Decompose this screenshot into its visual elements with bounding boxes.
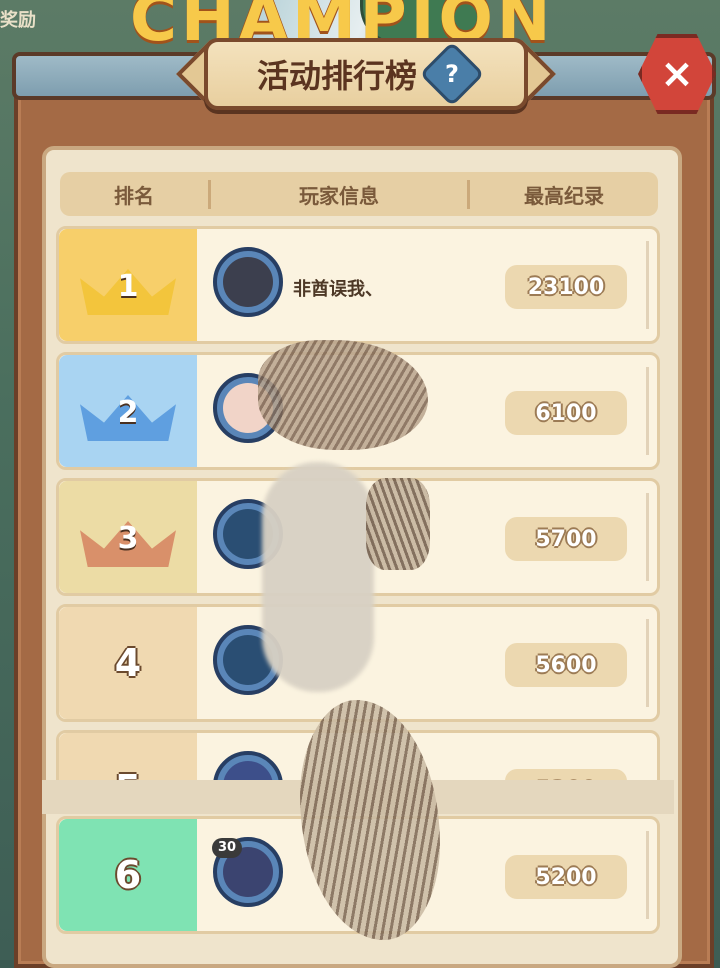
leaderboard-row-1[interactable]: 1 非酋误我、 23100: [56, 226, 660, 344]
header-record: 最高纪录: [524, 183, 604, 208]
rank-number: 3: [117, 521, 139, 556]
privacy-smudge: [366, 478, 430, 570]
close-icon: ×: [660, 51, 694, 97]
gold-crown-icon: 1: [80, 255, 176, 315]
score-value: 23100: [505, 265, 627, 309]
rank-number: 4: [114, 641, 142, 685]
silver-crown-icon: 2: [80, 381, 176, 441]
rank-number: 1: [117, 269, 139, 304]
header-player: 玩家信息: [208, 179, 470, 209]
title-plaque: 活动排行榜 ?: [204, 38, 528, 110]
privacy-blur: [262, 462, 374, 692]
rank-cell: 1: [59, 229, 197, 341]
rank-cell: 4: [59, 607, 197, 719]
rank-cell: 5: [59, 733, 197, 784]
score-value: 5600: [505, 643, 627, 687]
background-reward-text: 奖励: [0, 10, 36, 31]
header-rank: 排名: [114, 183, 154, 208]
score-value: 5700: [505, 517, 627, 561]
help-button[interactable]: ?: [419, 41, 485, 107]
bronze-crown-icon: 3: [80, 507, 176, 567]
rank-cell: 6: [59, 819, 197, 931]
score-value: 5200: [505, 855, 627, 899]
level-badge: 30: [212, 838, 242, 858]
avatar[interactable]: [213, 247, 283, 317]
rank-number: 6: [114, 853, 142, 897]
page-title: 活动排行榜: [256, 57, 417, 95]
question-icon: ?: [445, 59, 459, 88]
rank-cell: 3: [59, 481, 197, 593]
score-value: 6100: [505, 391, 627, 435]
player-name: 非酋误我、: [293, 279, 383, 300]
rank-number: 2: [117, 395, 139, 430]
rank-cell: 2: [59, 355, 197, 467]
table-header: 排名 玩家信息 最高纪录: [60, 172, 658, 216]
